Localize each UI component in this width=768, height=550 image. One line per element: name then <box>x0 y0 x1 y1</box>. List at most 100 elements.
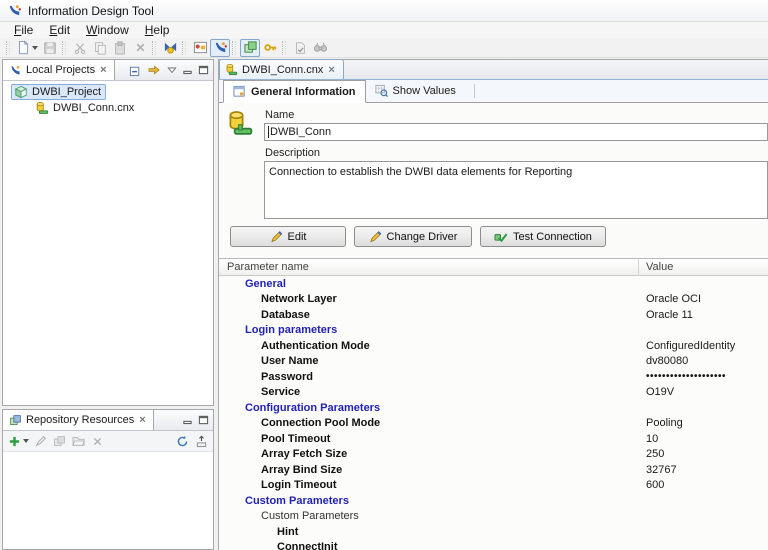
name-input[interactable]: DWBI_Conn <box>264 123 768 141</box>
cut-icon[interactable] <box>70 39 90 57</box>
tab-show-values[interactable]: Show Values <box>366 80 465 102</box>
new-document-icon[interactable] <box>14 39 40 57</box>
main-toolbar <box>0 38 768 58</box>
description-input[interactable]: Connection to establish the DWBI data el… <box>264 161 768 219</box>
delete-icon[interactable] <box>130 39 150 57</box>
idt-perspective-icon[interactable] <box>210 38 230 57</box>
menu-help[interactable]: Help <box>137 22 178 38</box>
table-row[interactable]: Database Oracle 11 <box>219 307 768 323</box>
toolbar-separator <box>182 40 186 55</box>
toolbar-separator <box>282 40 286 55</box>
delete-icon[interactable] <box>92 436 103 447</box>
maximize-icon[interactable] <box>198 65 209 75</box>
insert-session-menu-icon[interactable] <box>23 439 29 443</box>
tab-general-information[interactable]: General Information <box>223 80 366 103</box>
repository-resources-title: Repository Resources <box>26 414 135 426</box>
button-label: Change Driver <box>386 230 458 243</box>
welcome-icon[interactable] <box>190 39 210 57</box>
menu-window[interactable]: Window <box>78 22 137 38</box>
tab-repository-resources[interactable]: Repository Resources × <box>3 410 154 430</box>
tab-label: Show Values <box>392 84 456 97</box>
menu-edit[interactable]: Edit <box>41 22 78 38</box>
table-row[interactable]: Array Bind Size 32767 <box>219 462 768 478</box>
action-buttons: Edit Change Driver Test Connection <box>230 226 606 247</box>
insert-cube-icon[interactable] <box>240 38 260 57</box>
parameter-table: Parameter name Value General Network Lay… <box>219 258 768 550</box>
table-row[interactable]: Login parameters <box>219 323 768 339</box>
copy-icon[interactable] <box>90 39 110 57</box>
table-row[interactable]: User Name dv80080 <box>219 354 768 370</box>
minimize-icon[interactable] <box>182 415 193 425</box>
project-icon <box>14 85 28 99</box>
table-row[interactable]: Connection Pool Mode Pooling <box>219 416 768 432</box>
open-icon[interactable] <box>72 435 86 447</box>
change-driver-icon <box>369 231 381 243</box>
editor-body: General Information Show Values Name DWB… <box>219 80 768 550</box>
menu-file[interactable]: File <box>6 22 41 38</box>
cube-icon[interactable] <box>53 435 66 448</box>
column-value[interactable]: Value <box>639 261 768 273</box>
edit-button[interactable]: Edit <box>230 226 346 247</box>
local-projects-title: Local Projects <box>26 64 96 76</box>
find-binoculars-icon[interactable] <box>310 39 330 57</box>
tree-item-project[interactable]: DWBI_Project <box>3 84 213 100</box>
save-icon[interactable] <box>40 39 60 57</box>
test-connection-check-icon <box>494 233 508 243</box>
window-title: Information Design Tool <box>28 3 154 18</box>
description-label: Description <box>265 147 321 159</box>
maximize-icon[interactable] <box>198 415 209 425</box>
insert-session-icon[interactable] <box>8 435 29 448</box>
table-row[interactable]: Custom Parameters <box>219 493 768 509</box>
table-row[interactable]: General <box>219 276 768 292</box>
text-caret <box>268 126 269 138</box>
parameter-table-header: Parameter name Value <box>219 258 768 276</box>
editor-panel: DWBI_Conn.cnx × General Information Show… <box>218 59 768 550</box>
table-row[interactable]: Network Layer Oracle OCI <box>219 292 768 308</box>
tree-item-connection[interactable]: DWBI_Conn.cnx <box>3 100 213 116</box>
table-row[interactable]: Service O19V <box>219 385 768 401</box>
security-key-icon[interactable] <box>260 39 280 57</box>
repository-icon <box>10 414 21 425</box>
toolbar-separator <box>152 40 156 55</box>
change-driver-button[interactable]: Change Driver <box>354 226 472 247</box>
editor-tab-connection[interactable]: DWBI_Conn.cnx × <box>219 59 344 79</box>
close-icon[interactable]: × <box>99 65 107 76</box>
editor-tab-row: DWBI_Conn.cnx × <box>219 59 768 80</box>
button-label: Edit <box>287 230 307 243</box>
local-projects-tree: DWBI_Project DWBI_Conn.cnx <box>3 81 213 116</box>
column-parameter-name[interactable]: Parameter name <box>219 258 639 276</box>
title-bar: Information Design Tool <box>0 0 768 22</box>
table-row[interactable]: Authentication Mode ConfiguredIdentity <box>219 338 768 354</box>
table-row[interactable]: Array Fetch Size 250 <box>219 447 768 463</box>
test-connection-button[interactable]: Test Connection <box>480 226 606 247</box>
repository-toolbar <box>3 431 213 452</box>
publish-key-icon[interactable] <box>160 39 180 57</box>
view-menu-icon[interactable] <box>167 66 177 74</box>
collapse-up-icon[interactable] <box>195 435 208 448</box>
toolbar-separator <box>62 40 66 55</box>
collapse-all-icon[interactable] <box>129 64 142 77</box>
table-row-password[interactable]: Password •••••••••••••••••••• <box>219 369 768 385</box>
table-row[interactable]: Configuration Parameters <box>219 400 768 416</box>
edit-pencil-icon <box>270 231 282 243</box>
show-values-icon <box>374 84 388 97</box>
table-row[interactable]: Hint <box>219 524 768 540</box>
close-icon[interactable]: × <box>327 64 335 76</box>
toolbar-separator <box>232 40 236 55</box>
close-icon[interactable]: × <box>138 415 146 426</box>
link-with-editor-icon[interactable] <box>147 64 162 77</box>
masked-password-value: •••••••••••••••••••• <box>646 371 727 383</box>
paste-icon[interactable] <box>110 39 130 57</box>
repository-resources-panel: Repository Resources × <box>2 409 214 550</box>
table-row[interactable]: Pool Timeout 10 <box>219 431 768 447</box>
editor-inner-tabs: General Information Show Values <box>219 80 768 103</box>
table-row[interactable]: Custom Parameters <box>219 509 768 525</box>
check-integrity-icon[interactable] <box>290 39 310 57</box>
tab-local-projects[interactable]: Local Projects × <box>3 60 115 80</box>
table-row[interactable]: ConnectInit <box>219 540 768 550</box>
minimize-icon[interactable] <box>182 65 193 75</box>
edit-icon[interactable] <box>35 435 47 447</box>
refresh-icon[interactable] <box>176 435 189 448</box>
button-label: Test Connection <box>513 230 592 243</box>
table-row[interactable]: Login Timeout 600 <box>219 478 768 494</box>
